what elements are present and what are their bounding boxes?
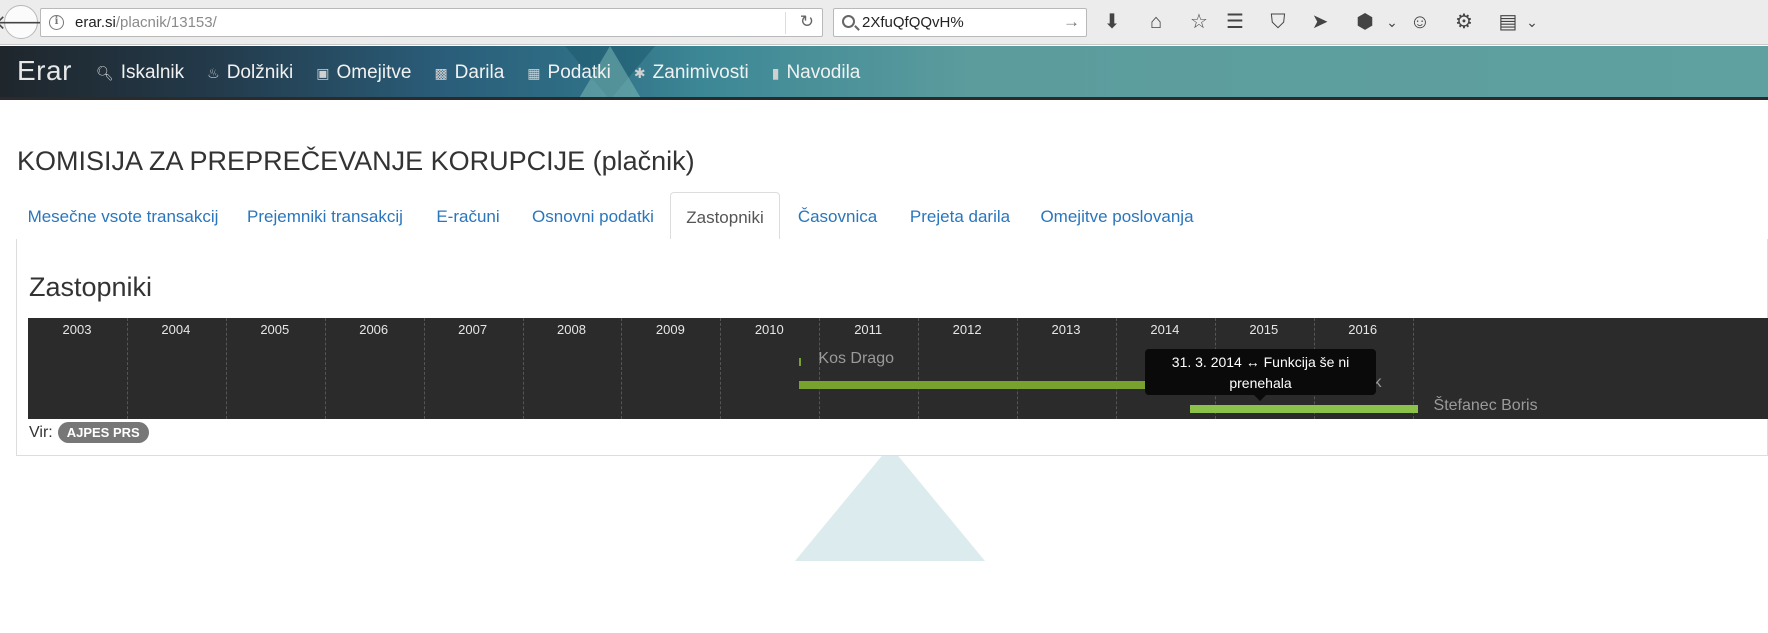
nav-menu: 🔍︎ Iskalnik ♨ Dolžniki ▣ Omejitve ▩ Darila ▦… bbox=[96, 46, 883, 97]
nav-item-label: Navodila bbox=[786, 62, 861, 83]
year-label: 2013 bbox=[1051, 322, 1081, 337]
representative-name: Kos Drago bbox=[818, 350, 894, 367]
overflow-chevron-icon[interactable]: ⌄ bbox=[1520, 10, 1544, 34]
year-label: 2005 bbox=[260, 322, 290, 337]
tab-e-racuni[interactable]: E-računi bbox=[420, 192, 516, 240]
year-label: 2010 bbox=[754, 322, 784, 337]
timeline-tooltip: 31. 3. 2014 ↔ Funkcija še ni prenehala bbox=[1145, 349, 1376, 395]
nav-item-iskalnik[interactable]: 🔍︎ Iskalnik bbox=[96, 62, 184, 84]
send-icon[interactable]: ➤ bbox=[1308, 10, 1332, 34]
representative-bar[interactable] bbox=[799, 381, 1166, 389]
year-label: 2008 bbox=[557, 322, 586, 337]
tooltip-arrow bbox=[1254, 395, 1266, 401]
source-label: Vir: bbox=[29, 423, 53, 441]
tab-prejemniki[interactable]: Prejemniki transakcij bbox=[233, 192, 417, 240]
url-bar[interactable]: i erar.si/placnik/13153/ ↻ bbox=[40, 8, 823, 37]
nav-item-label: Dolžniki bbox=[226, 62, 294, 83]
year-label: 2014 bbox=[1150, 322, 1180, 337]
source-badge[interactable]: AJPES PRS bbox=[57, 422, 149, 443]
search-icon: 🔍︎ bbox=[96, 64, 114, 81]
nav-item-omejitve[interactable]: ▣ Omejitve bbox=[316, 62, 411, 84]
representatives-timeline: 2003 2004 2005 2006 2007 2008 2009 2010 2011 2012… bbox=[28, 318, 1768, 419]
url-path: /placnik/13153/ bbox=[115, 14, 217, 31]
representative-name: Štefanec Boris bbox=[1433, 397, 1538, 414]
nav-item-label: Zanimivosti bbox=[652, 62, 749, 83]
nav-item-podatki[interactable]: ▦ Podatki bbox=[527, 62, 611, 84]
asterisk-icon: ✱ bbox=[633, 64, 646, 81]
year-label: 2009 bbox=[655, 322, 685, 337]
search-input[interactable]: 2XfuQfQQvH% bbox=[862, 14, 964, 31]
download-icon[interactable]: ⬇ bbox=[1100, 10, 1124, 34]
year-label: 2015 bbox=[1249, 322, 1279, 337]
nav-item-label: Omejitve bbox=[336, 62, 412, 83]
representative-bar[interactable] bbox=[799, 358, 802, 366]
url-host: erar.si bbox=[75, 14, 116, 31]
url-text[interactable]: erar.si/placnik/13153/ bbox=[75, 14, 217, 31]
tab-omejitve-poslovanja[interactable]: Omejitve poslovanja bbox=[1027, 192, 1207, 240]
year-label: 2011 bbox=[854, 322, 883, 337]
nav-item-label: Darila bbox=[454, 62, 505, 83]
page-title: KOMISIJA ZA PREPREČEVANJE KORUPCIJE (pla… bbox=[17, 146, 695, 176]
home-icon[interactable]: ⌂ bbox=[1144, 10, 1168, 34]
info-icon[interactable]: i bbox=[49, 15, 64, 30]
arrow-right-icon[interactable]: → bbox=[1063, 12, 1080, 32]
grid-icon: ▦ bbox=[527, 64, 541, 81]
year-label: 2003 bbox=[62, 322, 92, 337]
tab-bar: Mesečne vsote transakcij Prejemniki tran… bbox=[16, 192, 1768, 241]
background-triangle bbox=[795, 446, 985, 561]
search-icon bbox=[842, 15, 855, 28]
nav-item-dolzniki[interactable]: ♨ Dolžniki bbox=[207, 62, 293, 84]
year-label: 2004 bbox=[161, 322, 191, 337]
fire-icon: ♨ bbox=[207, 64, 220, 81]
book-icon: ▮ bbox=[771, 64, 780, 81]
nav-item-zanimivosti[interactable]: ✱ Zanimivosti bbox=[634, 62, 749, 84]
nav-item-label: Iskalnik bbox=[120, 62, 185, 83]
brand-logo[interactable]: Erar bbox=[17, 55, 72, 87]
tab-casovnica[interactable]: Časovnica bbox=[783, 192, 892, 240]
source-line: Vir: AJPES PRS bbox=[29, 422, 149, 443]
tab-zastopniki[interactable]: Zastopniki bbox=[670, 192, 780, 241]
year-label: 2012 bbox=[952, 322, 982, 337]
chevron-down-icon[interactable]: ⌄ bbox=[1380, 10, 1404, 34]
site-navbar: Erar 🔍︎ Iskalnik ♨ Dolžniki ▣ Omejitve ▩ Dar… bbox=[0, 46, 1768, 100]
smiley-icon[interactable]: ☺ bbox=[1408, 10, 1432, 34]
year-label: 2006 bbox=[359, 322, 389, 337]
year-label: 2016 bbox=[1348, 322, 1378, 337]
tab-mesecne-vsote[interactable]: Mesečne vsote transakcij bbox=[16, 192, 230, 240]
nav-item-navodila[interactable]: ▮ Navodila bbox=[772, 62, 861, 84]
year-label: 2007 bbox=[458, 322, 488, 337]
tab-osnovni-podatki[interactable]: Osnovni podatki bbox=[518, 192, 668, 240]
clipboard-icon[interactable]: ▤ bbox=[1496, 10, 1520, 34]
representative-bar[interactable] bbox=[1190, 405, 1418, 413]
nav-item-label: Podatki bbox=[547, 62, 611, 83]
extension-icon[interactable]: ⚙ bbox=[1452, 10, 1476, 34]
url-separator bbox=[785, 12, 786, 34]
nav-item-darila[interactable]: ▩ Darila bbox=[434, 62, 504, 84]
reload-icon[interactable]: ↻ bbox=[800, 12, 814, 32]
section-title: Zastopniki bbox=[29, 272, 153, 302]
adblock-icon[interactable]: ⬢ bbox=[1353, 10, 1377, 34]
browser-toolbar: 🡐 i erar.si/placnik/13153/ ↻ 2XfuQfQQvH%… bbox=[0, 0, 1768, 45]
reading-list-icon[interactable]: ☰ bbox=[1223, 10, 1247, 34]
search-bar[interactable]: 2XfuQfQQvH% → bbox=[833, 8, 1087, 37]
gift-icon: ▩ bbox=[434, 64, 448, 81]
bookmark-star-icon[interactable]: ☆ bbox=[1187, 10, 1211, 34]
back-button[interactable]: 🡐 bbox=[0, 5, 48, 39]
tab-prejeta-darila[interactable]: Prejeta darila bbox=[896, 192, 1024, 240]
pocket-icon[interactable]: ⛉ bbox=[1266, 10, 1290, 34]
briefcase-icon: ▣ bbox=[316, 64, 330, 81]
year-gridline bbox=[1412, 318, 1414, 419]
